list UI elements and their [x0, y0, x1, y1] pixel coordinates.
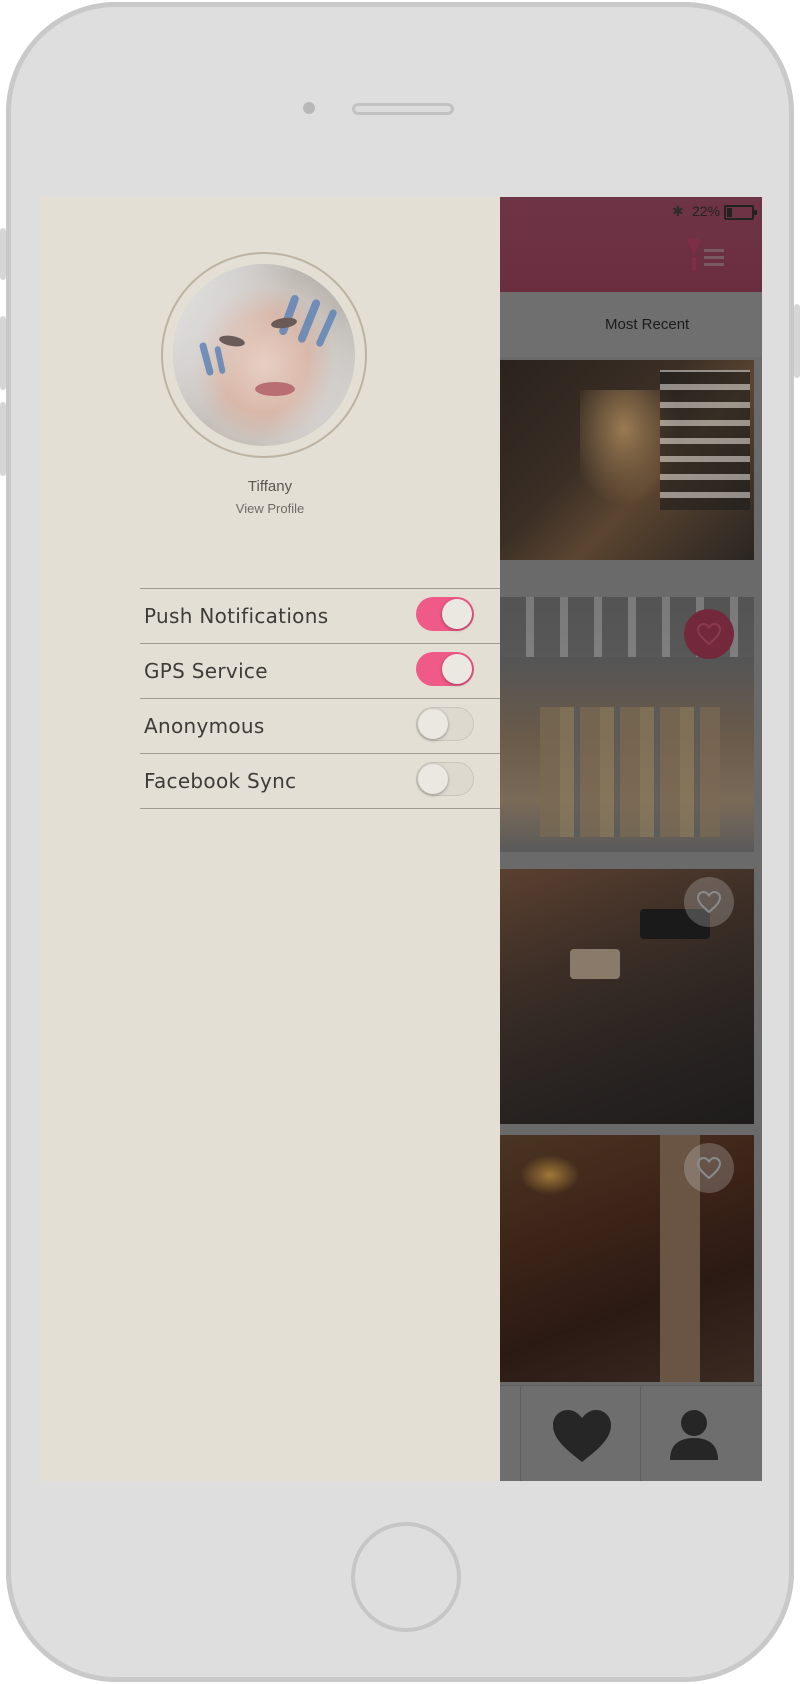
push-notifications-toggle[interactable]	[416, 597, 474, 631]
setting-label: Facebook Sync	[144, 769, 297, 793]
home-button[interactable]	[351, 1522, 461, 1632]
setting-label: Anonymous	[144, 714, 265, 738]
heart-icon	[697, 623, 721, 645]
profile-name: Tiffany	[247, 478, 293, 495]
feed-photo[interactable]	[500, 360, 754, 560]
heart-icon[interactable]	[551, 1408, 613, 1464]
toggle-knob	[442, 654, 472, 684]
battery-percent: 22%	[692, 203, 721, 219]
favorite-badge[interactable]	[684, 609, 734, 659]
toggle-knob	[418, 764, 448, 794]
gps-service-toggle[interactable]	[416, 652, 474, 686]
power-button	[794, 304, 800, 378]
battery-icon	[724, 205, 757, 220]
anonymous-toggle[interactable]	[416, 707, 474, 741]
favorite-badge[interactable]	[684, 1143, 734, 1193]
settings-drawer: Tiffany View Profile Push Notifications …	[40, 197, 500, 1481]
setting-label: Push Notifications	[144, 604, 329, 628]
facebook-sync-toggle[interactable]	[416, 762, 474, 796]
front-camera	[303, 102, 315, 114]
nav-divider	[640, 1386, 641, 1481]
wall-lettering	[660, 370, 750, 510]
settings-list: Push Notifications GPS Service Anonymous…	[140, 588, 500, 809]
avatar-lips	[255, 382, 295, 396]
app-header: ✱ 22%	[500, 197, 762, 292]
favorite-badge[interactable]	[684, 877, 734, 927]
avatar-hair	[173, 264, 355, 446]
chair-rows	[540, 707, 720, 837]
bluetooth-icon: ✱	[672, 203, 684, 219]
earpiece-speaker	[352, 103, 454, 115]
lamp-shade	[570, 949, 620, 979]
setting-anonymous: Anonymous	[140, 698, 500, 753]
setting-facebook-sync: Facebook Sync	[140, 753, 500, 809]
heart-icon	[697, 1157, 721, 1179]
volume-up-button	[0, 316, 6, 390]
toggle-knob	[442, 599, 472, 629]
view-profile-link[interactable]: View Profile	[40, 501, 500, 516]
user-icon[interactable]	[668, 1408, 720, 1462]
avatar-ring[interactable]	[161, 252, 367, 458]
main-feed: ✱ 22% Most Recent	[500, 197, 762, 1481]
feed-tab-bar: Most Recent	[500, 292, 762, 357]
toggle-knob	[418, 709, 448, 739]
phone-screen: ✱ 22% Most Recent Tiffany View Profile P…	[40, 197, 762, 1481]
nav-divider	[520, 1386, 521, 1481]
tab-most-recent[interactable]: Most Recent	[605, 316, 689, 333]
setting-label: GPS Service	[144, 659, 268, 683]
mute-switch	[0, 228, 6, 280]
bottom-nav	[500, 1385, 762, 1481]
app-logo-icon[interactable]	[680, 235, 726, 275]
heart-icon	[697, 891, 721, 913]
setting-gps-service: GPS Service	[140, 643, 500, 698]
volume-down-button	[0, 402, 6, 476]
chandelier	[520, 1155, 580, 1195]
avatar[interactable]	[173, 264, 355, 446]
setting-push-notifications: Push Notifications	[140, 588, 500, 643]
